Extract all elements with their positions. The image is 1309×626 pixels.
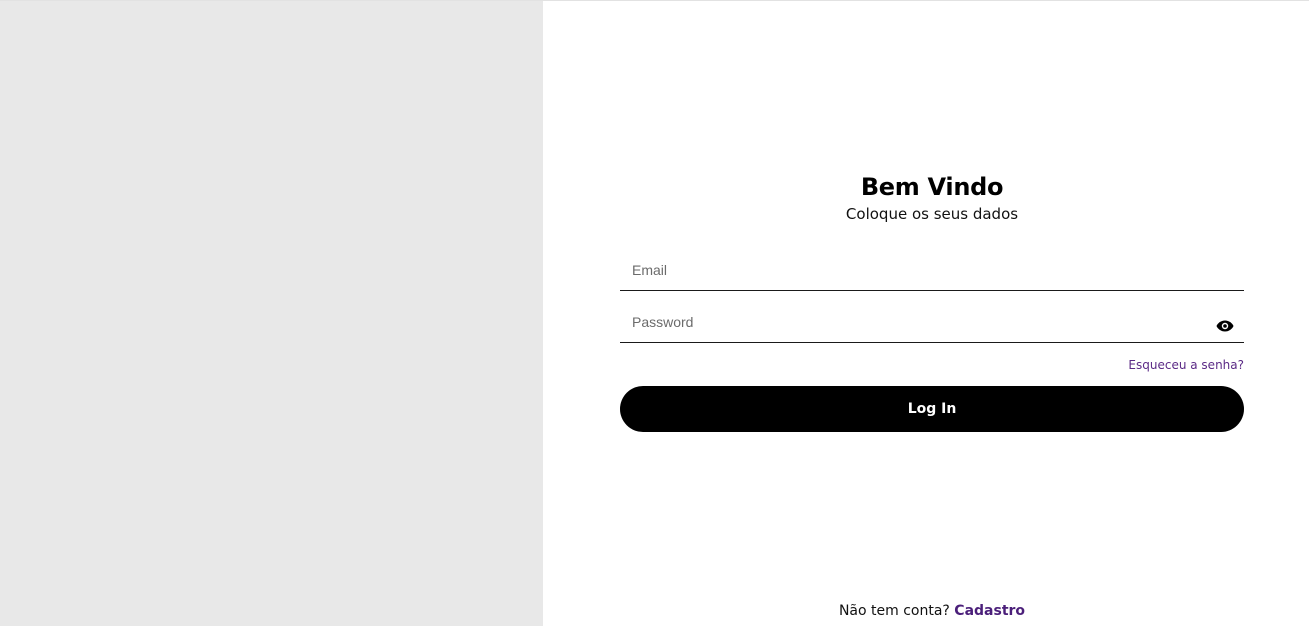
signup-row: Não tem conta? Cadastro (620, 601, 1244, 621)
signup-prompt: Não tem conta? (838, 603, 955, 619)
forgot-password-link[interactable]: Esqueceu a senha? (1128, 358, 1244, 372)
page-title: Bem Vindo (860, 173, 1004, 201)
login-button[interactable]: Log In (620, 386, 1244, 432)
email-input[interactable] (620, 250, 1244, 290)
signup-link[interactable]: Cadastro (954, 603, 1025, 619)
password-input[interactable] (620, 302, 1244, 342)
login-panel: Bem Vindo Coloque os seus dados Esqueceu… (543, 1, 1309, 626)
email-field-container (620, 246, 1244, 291)
forgot-password-row: Esqueceu a senha? (620, 356, 1244, 372)
eye-icon[interactable] (1216, 318, 1236, 332)
login-form: Bem Vindo Coloque os seus dados Esqueceu… (620, 170, 1244, 432)
page-subtitle: Coloque os seus dados (845, 205, 1019, 223)
left-image-panel (0, 1, 543, 626)
login-page: Bem Vindo Coloque os seus dados Esqueceu… (0, 0, 1309, 626)
password-field-container (620, 291, 1244, 343)
